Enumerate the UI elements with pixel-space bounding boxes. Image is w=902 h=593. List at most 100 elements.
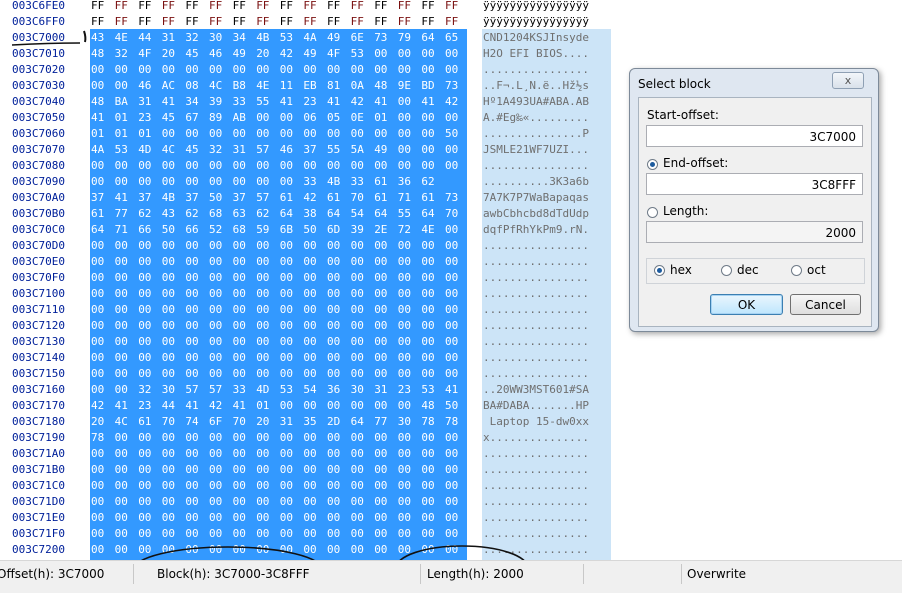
hex-byte[interactable]: 62 — [256, 206, 276, 222]
hex-byte[interactable]: 00 — [421, 462, 441, 478]
hex-byte[interactable]: 00 — [115, 462, 135, 478]
hex-byte[interactable]: 01 — [91, 126, 111, 142]
hex-byte[interactable]: 20 — [256, 414, 276, 430]
row-bytes[interactable]: 00 00 00 00 00 00 00 00 00 00 00 00 00 00 00 00 — [91, 318, 467, 334]
row-bytes[interactable]: 00 00 00 00 00 00 00 00 00 00 00 00 00 00 00 00 — [91, 238, 467, 254]
hex-byte[interactable]: FF — [303, 14, 323, 30]
end-offset-radio[interactable] — [647, 159, 658, 170]
row-ascii[interactable]: ................ — [483, 542, 610, 558]
hex-byte[interactable]: 00 — [162, 334, 182, 350]
hex-byte[interactable]: 00 — [233, 334, 253, 350]
hex-byte[interactable]: 00 — [351, 254, 371, 270]
row-bytes[interactable]: FF FF FF FF FF FF FF FF FF FF FF FF FF FF FF FF — [91, 0, 467, 14]
hex-byte[interactable]: 00 — [162, 542, 182, 558]
hex-byte[interactable]: FF — [421, 14, 441, 30]
hex-byte[interactable]: FF — [185, 0, 205, 14]
hex-byte[interactable]: 00 — [374, 398, 394, 414]
hex-byte[interactable]: FF — [374, 14, 394, 30]
hex-byte[interactable]: 62 — [185, 206, 205, 222]
hex-byte[interactable]: 00 — [374, 494, 394, 510]
hex-byte[interactable]: 00 — [138, 446, 158, 462]
hex-byte[interactable]: 00 — [209, 334, 229, 350]
hex-byte[interactable]: 45 — [185, 142, 205, 158]
hex-byte[interactable]: 9E — [398, 78, 418, 94]
hex-byte[interactable]: 00 — [445, 366, 465, 382]
hex-byte[interactable]: 00 — [233, 510, 253, 526]
hex-byte[interactable]: 00 — [351, 286, 371, 302]
hex-byte[interactable]: 00 — [138, 494, 158, 510]
hex-byte[interactable]: 00 — [374, 126, 394, 142]
hex-byte[interactable]: 31 — [280, 414, 300, 430]
hex-byte[interactable]: 00 — [280, 494, 300, 510]
hex-byte[interactable]: 00 — [327, 430, 347, 446]
hex-byte[interactable]: 20 — [256, 46, 276, 62]
hex-byte[interactable]: 00 — [445, 110, 465, 126]
hex-byte[interactable]: 66 — [185, 222, 205, 238]
hex-byte[interactable]: 00 — [327, 270, 347, 286]
hex-byte[interactable]: 00 — [91, 526, 111, 542]
hex-byte[interactable]: 4E — [421, 222, 441, 238]
hex-byte[interactable]: 00 — [209, 302, 229, 318]
hex-byte[interactable]: 32 — [115, 46, 135, 62]
hex-byte[interactable]: 77 — [115, 206, 135, 222]
hex-byte[interactable]: 01 — [256, 398, 276, 414]
hex-byte[interactable]: 00 — [398, 478, 418, 494]
hex-byte[interactable]: 00 — [162, 286, 182, 302]
hex-byte[interactable]: 00 — [445, 270, 465, 286]
hex-byte[interactable]: 00 — [303, 430, 323, 446]
hex-byte[interactable]: 00 — [303, 286, 323, 302]
hex-byte[interactable]: 00 — [91, 542, 111, 558]
hex-byte[interactable]: 00 — [374, 270, 394, 286]
hex-byte[interactable]: FF — [256, 0, 276, 14]
hex-byte[interactable]: 00 — [115, 302, 135, 318]
row-ascii[interactable]: H2O EFI BIOS.... — [483, 46, 610, 62]
hex-byte[interactable]: 00 — [421, 350, 441, 366]
hex-byte[interactable]: 00 — [233, 350, 253, 366]
hex-byte[interactable]: 00 — [115, 542, 135, 558]
hex-byte[interactable]: 00 — [351, 270, 371, 286]
hex-byte[interactable]: 45 — [162, 110, 182, 126]
hex-byte[interactable]: 00 — [138, 542, 158, 558]
hex-byte[interactable]: 00 — [374, 350, 394, 366]
hex-byte[interactable]: 00 — [398, 430, 418, 446]
row-bytes[interactable]: 00 00 00 00 00 00 00 00 00 00 00 00 00 00 00 00 — [91, 462, 467, 478]
row-ascii[interactable]: ................ — [483, 318, 610, 334]
hex-byte[interactable]: 57 — [256, 190, 276, 206]
hex-byte[interactable]: 00 — [327, 126, 347, 142]
hex-byte[interactable]: 77 — [374, 414, 394, 430]
hex-byte[interactable]: 23 — [398, 382, 418, 398]
hex-byte[interactable]: 30 — [162, 382, 182, 398]
hex-byte[interactable]: 00 — [398, 366, 418, 382]
hex-byte[interactable]: 00 — [185, 334, 205, 350]
hex-byte[interactable]: 67 — [185, 110, 205, 126]
hex-byte[interactable]: 00 — [351, 526, 371, 542]
row-bytes[interactable]: 00 00 00 00 00 00 00 00 00 00 00 00 00 00 00 00 — [91, 510, 467, 526]
hex-byte[interactable]: 00 — [398, 494, 418, 510]
hex-byte[interactable]: 11 — [280, 78, 300, 94]
hex-byte[interactable]: 33 — [303, 174, 323, 190]
hex-byte[interactable]: 37 — [91, 190, 111, 206]
row-ascii[interactable]: ................ — [483, 286, 610, 302]
hex-byte[interactable]: 00 — [280, 542, 300, 558]
hex-byte[interactable]: 01 — [374, 110, 394, 126]
hex-byte[interactable]: 54 — [303, 382, 323, 398]
hex-byte[interactable]: 00 — [398, 510, 418, 526]
hex-byte[interactable]: 00 — [162, 174, 182, 190]
row-bytes[interactable]: 00 00 46 AC 08 4C B8 4E 11 EB 81 0A 48 9E BD 73 — [91, 78, 467, 94]
hex-byte[interactable]: 00 — [115, 318, 135, 334]
hex-byte[interactable]: 54 — [351, 206, 371, 222]
hex-byte[interactable]: 53 — [280, 30, 300, 46]
hex-byte[interactable]: 00 — [138, 302, 158, 318]
hex-byte[interactable]: 00 — [398, 126, 418, 142]
hex-byte[interactable]: 00 — [374, 286, 394, 302]
row-ascii[interactable]: dqfPfRhYkPm9.rN. — [483, 222, 610, 238]
hex-byte[interactable]: 00 — [445, 286, 465, 302]
hex-byte[interactable]: 00 — [374, 46, 394, 62]
hex-byte[interactable]: 01 — [115, 110, 135, 126]
hex-byte[interactable]: 00 — [256, 62, 276, 78]
hex-byte[interactable]: 00 — [398, 158, 418, 174]
hex-byte[interactable]: 00 — [351, 334, 371, 350]
hex-byte[interactable]: 00 — [256, 286, 276, 302]
hex-byte[interactable]: 00 — [445, 478, 465, 494]
hex-byte[interactable]: 00 — [421, 142, 441, 158]
